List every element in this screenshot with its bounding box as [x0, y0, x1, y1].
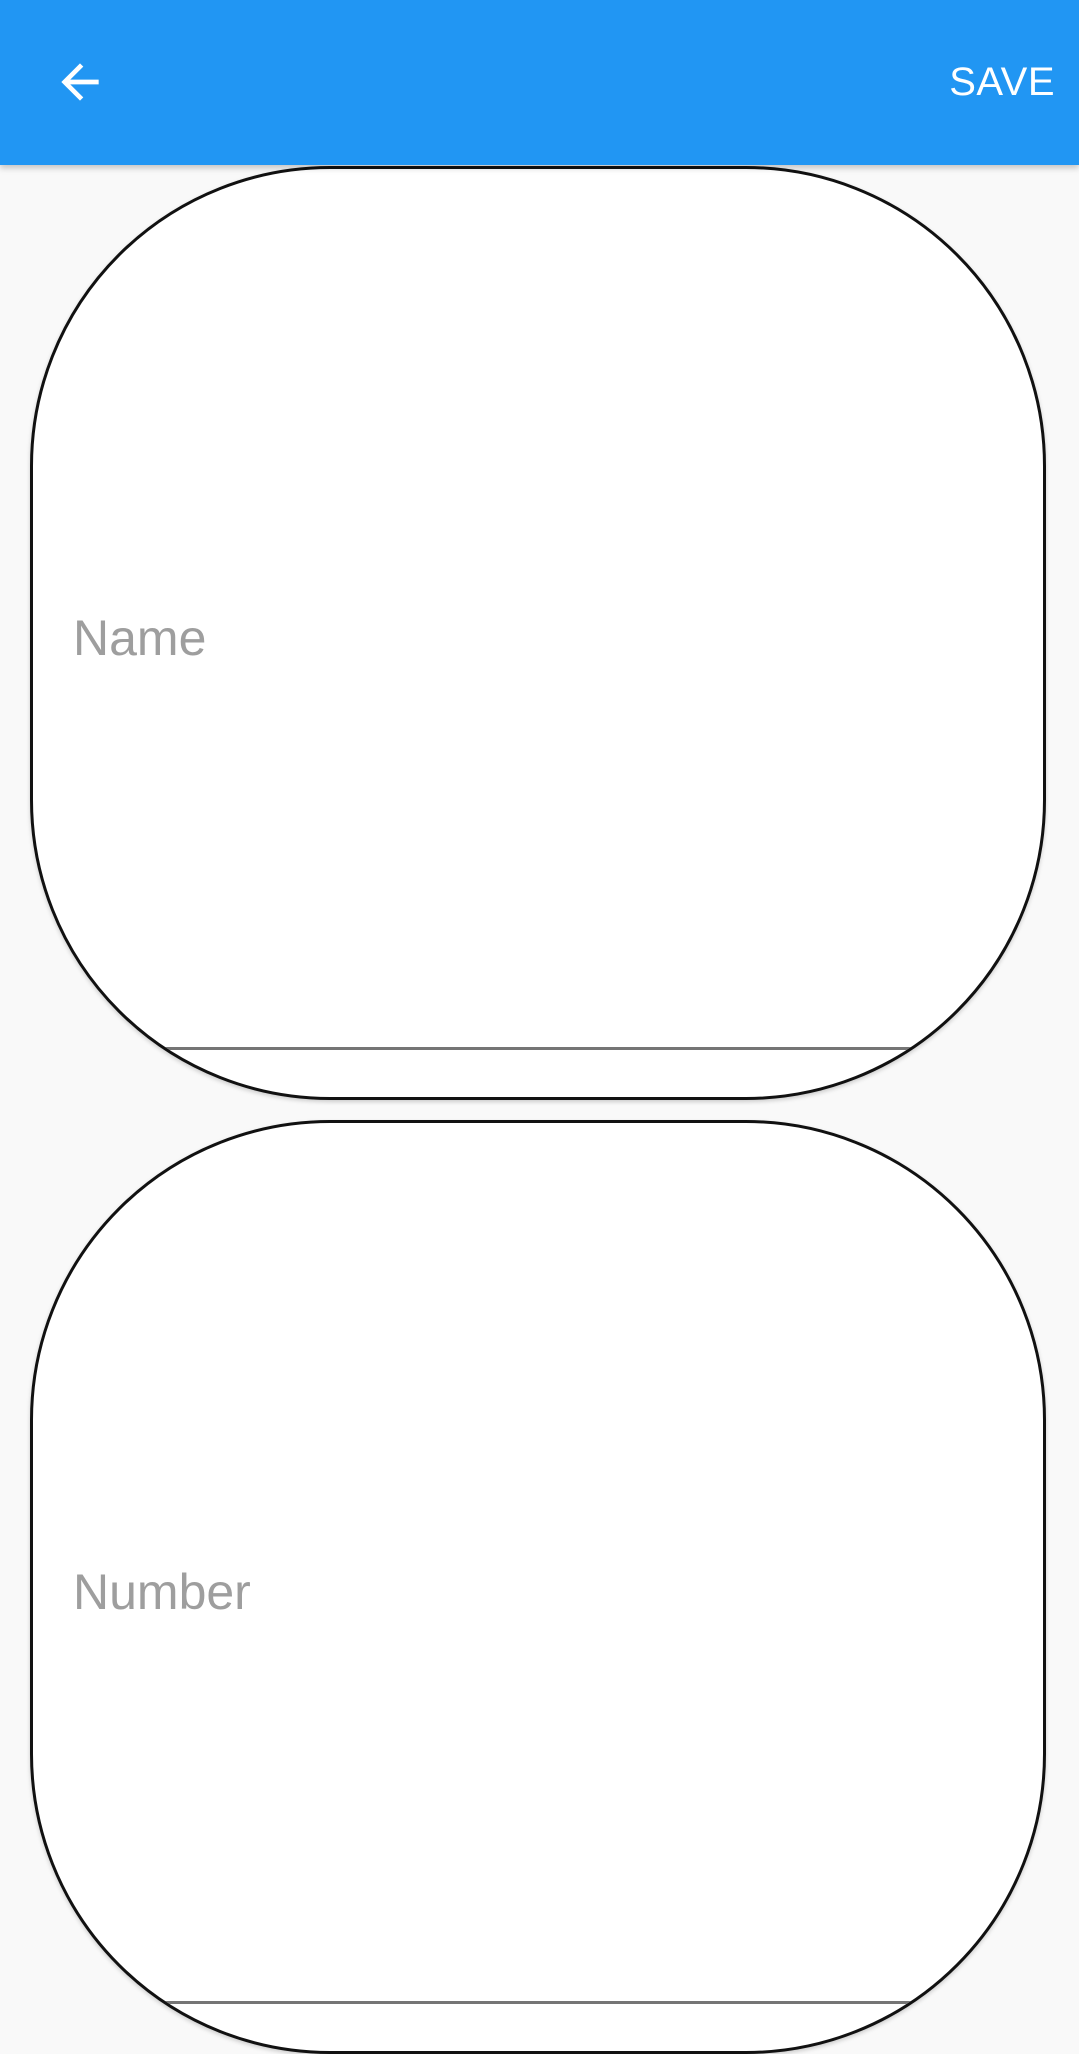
save-button[interactable]: SAVE — [939, 52, 1055, 112]
name-field-underline — [33, 1047, 1043, 1050]
name-field[interactable]: Name — [30, 166, 1046, 1100]
number-input[interactable] — [73, 1543, 1007, 1645]
arrow-left-icon — [61, 63, 99, 101]
number-field[interactable]: Number — [30, 1120, 1046, 2054]
number-field-underline — [33, 2001, 1043, 2004]
name-input[interactable] — [73, 589, 1007, 691]
back-button[interactable] — [40, 42, 120, 122]
app-bar: SAVE — [0, 0, 1079, 165]
